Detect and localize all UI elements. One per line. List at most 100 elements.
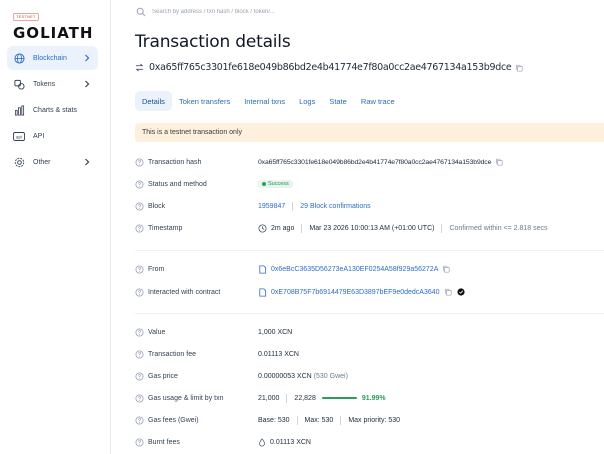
- row-label: Interacted with contract: [148, 288, 221, 296]
- tab-internal-txns[interactable]: Internal txns: [237, 91, 292, 111]
- globe-icon: [13, 52, 25, 64]
- section-divider: [135, 250, 604, 251]
- sidebar-item-label: Charts & stats: [33, 106, 77, 114]
- question-icon[interactable]: [135, 157, 144, 167]
- page-title: Transaction details: [135, 32, 291, 52]
- chevron-right-icon: [85, 80, 90, 88]
- row-burnt-fees: Burnt fees 0.01113 XCN: [135, 435, 604, 449]
- sidebar-item-label: Blockchain: [33, 54, 67, 62]
- tab-state[interactable]: State: [322, 91, 354, 111]
- flame-icon: [259, 437, 265, 446]
- contract-value: 0xE708B75F7b6914479E63D3897bEF9e0dedcA36…: [258, 287, 465, 297]
- search-input[interactable]: [152, 9, 452, 15]
- gas-price-xcn: 0.00000053 XCN: [258, 372, 312, 380]
- row-gas-fees: Gas fees (Gwei) Base: 530 Max: 530 Max p…: [135, 413, 604, 427]
- search-bar[interactable]: [136, 3, 604, 21]
- row-timestamp: Timestamp 2m ago Mar 23 2026 10:00:13 AM…: [135, 221, 604, 235]
- testnet-notice: This is a testnet transaction only: [135, 123, 604, 142]
- burnt-fees-value: 0.01113 XCN: [258, 437, 311, 447]
- row-label: Gas price: [148, 372, 178, 380]
- question-icon[interactable]: [135, 327, 144, 337]
- row-from: From 0x6eBcC3635D56273eA130EF0254A58f929…: [135, 262, 604, 276]
- sidebar-nav: Blockchain Tokens Charts & stats api API: [7, 46, 98, 176]
- row-interacted-contract: Interacted with contract 0xE708B75F7b691…: [135, 285, 604, 299]
- sidebar-item-tokens[interactable]: Tokens: [7, 72, 98, 96]
- row-value: Value 1,000 XCN: [135, 325, 604, 339]
- from-address-link[interactable]: 0x6eBcC3635D56273eA130EF0254A58f929a5627…: [271, 266, 438, 273]
- value-amount: 1,000 XCN: [258, 328, 293, 336]
- transfer-arrows-icon: [135, 63, 144, 72]
- fee-amount: 0.01113 XCN: [258, 350, 299, 358]
- tx-hash-value: 0xa65ff765c3301fe618e049b86bd2e4b41774e7…: [258, 158, 503, 166]
- question-icon[interactable]: [135, 393, 144, 403]
- sidebar: TESTNET GOLIATH Blockchain Tokens Charts…: [0, 0, 111, 454]
- gas-fee-base: Base: 530: [258, 416, 290, 424]
- tab-details[interactable]: Details: [135, 91, 172, 111]
- sidebar-item-label: API: [33, 132, 45, 140]
- row-label: From: [148, 265, 165, 273]
- separator: [301, 223, 303, 233]
- row-label: Block: [148, 202, 166, 210]
- timestamp-ago: 2m ago: [271, 224, 295, 232]
- testnet-tag: TESTNET: [13, 13, 39, 21]
- row-label: Value: [148, 328, 166, 336]
- question-icon[interactable]: [135, 223, 144, 233]
- document-icon: [259, 287, 267, 297]
- tokens-icon: [13, 78, 25, 90]
- row-label: Gas fees (Gwei): [148, 416, 199, 424]
- copy-icon[interactable]: [495, 158, 503, 166]
- sidebar-item-api[interactable]: api API: [7, 124, 98, 148]
- sidebar-item-other[interactable]: Other: [7, 150, 98, 174]
- sidebar-item-charts-stats[interactable]: Charts & stats: [7, 98, 98, 122]
- confirmation-time: Confirmed within <= 2.818 secs: [449, 224, 548, 232]
- row-label: Gas usage & limit by txn: [148, 394, 224, 402]
- from-value: 0x6eBcC3635D56273eA130EF0254A58f929a5627…: [258, 264, 450, 274]
- brand-name: GOLIATH: [13, 24, 94, 42]
- row-gas-usage: Gas usage & limit by txn 21,000 22,828 9…: [135, 391, 604, 405]
- row-block: Block 1959847 29 Block confirmations: [135, 199, 604, 213]
- separator: [292, 201, 294, 211]
- chevron-right-icon: [85, 158, 90, 166]
- contract-address-link[interactable]: 0xE708B75F7b6914479E63D3897bEF9e0dedcA36…: [271, 289, 440, 296]
- question-icon[interactable]: [135, 201, 144, 211]
- question-icon[interactable]: [135, 179, 144, 189]
- burnt-fees-amount: 0.01113 XCN: [270, 438, 311, 446]
- chart-icon: [13, 104, 25, 116]
- tab-token-transfers[interactable]: Token transfers: [172, 91, 237, 111]
- success-icon: [262, 182, 266, 186]
- question-icon[interactable]: [135, 371, 144, 381]
- logo[interactable]: TESTNET GOLIATH: [13, 5, 93, 42]
- row-gas-price: Gas price 0.00000053 XCN (530 Gwei): [135, 369, 604, 383]
- question-icon[interactable]: [135, 415, 144, 425]
- status-text: Success: [268, 181, 289, 187]
- gas-price-value: 0.00000053 XCN (530 Gwei): [258, 373, 348, 380]
- timestamp-date: Mar 23 2026 10:00:13 AM (+01:00 UTC): [309, 224, 435, 232]
- status-value: Success: [258, 180, 293, 188]
- api-icon: api: [13, 130, 25, 142]
- question-icon[interactable]: [135, 287, 144, 297]
- clock-icon: [258, 223, 267, 233]
- gas-usage-percent: 91.99%: [361, 394, 386, 402]
- question-icon[interactable]: [135, 264, 144, 274]
- gas-fees-value: Base: 530 Max: 530 Max priority: 530: [258, 415, 401, 425]
- row-label: Timestamp: [148, 224, 183, 232]
- block-confirmations-link[interactable]: 29 Block confirmations: [300, 203, 370, 210]
- block-value: 1959847 29 Block confirmations: [258, 201, 371, 211]
- tabs: Details Token transfers Internal txns Lo…: [135, 91, 402, 111]
- block-number-link[interactable]: 1959847: [258, 203, 285, 210]
- gas-fee-max: Max: 530: [304, 416, 334, 424]
- tab-logs[interactable]: Logs: [292, 91, 322, 111]
- sidebar-item-blockchain[interactable]: Blockchain: [7, 46, 98, 70]
- svg-text:api: api: [16, 134, 22, 139]
- question-icon[interactable]: [135, 437, 144, 447]
- copy-icon[interactable]: [515, 64, 524, 72]
- separator: [286, 393, 288, 403]
- row-status: Status and method Success: [135, 177, 604, 191]
- gas-fee-priority: Max priority: 530: [348, 416, 401, 424]
- row-label: Transaction fee: [148, 350, 196, 358]
- copy-icon[interactable]: [442, 265, 450, 273]
- separator: [296, 415, 298, 425]
- copy-icon[interactable]: [444, 288, 452, 296]
- tab-raw-trace[interactable]: Raw trace: [354, 91, 402, 111]
- question-icon[interactable]: [135, 349, 144, 359]
